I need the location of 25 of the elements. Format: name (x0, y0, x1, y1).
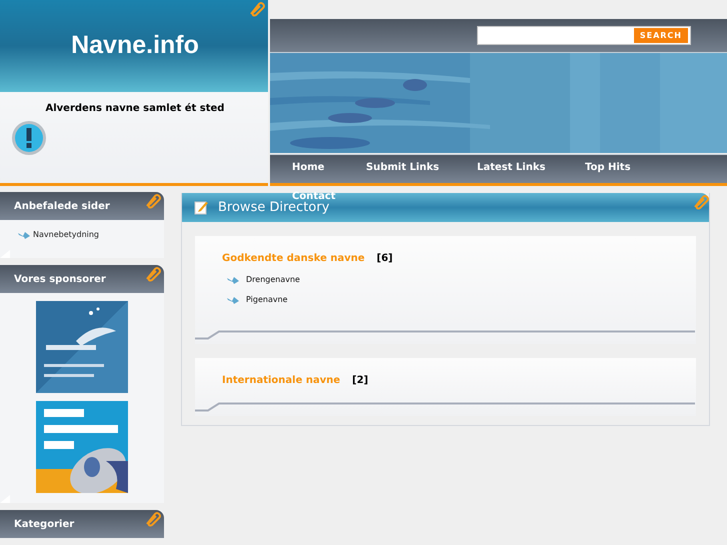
subcategory-link[interactable]: Pigenavne (246, 294, 288, 306)
sidebar-title: Anbefalede sider (14, 200, 110, 214)
arrow-icon (227, 296, 239, 304)
paperclip-icon (144, 511, 162, 527)
paperclip-icon (144, 193, 162, 209)
paperclip-icon (144, 266, 162, 282)
sidebar-link[interactable]: Navnebetydning (33, 229, 100, 241)
paperclip-icon (248, 1, 266, 17)
sidebar-title: Kategorier (14, 518, 74, 532)
tagline: Alverdens navne samlet ét sted (44, 102, 226, 116)
sidebar-title: Vores sponsorer (14, 272, 106, 286)
site-title: Navne.info (71, 30, 199, 62)
subcategory-link[interactable]: Drengenavne (246, 274, 300, 286)
nav-link[interactable]: Top Hits (585, 162, 631, 174)
nav-link[interactable]: Home (292, 162, 324, 174)
nav-link[interactable]: Latest Links (477, 162, 546, 174)
category-count: [2] (352, 374, 368, 388)
paperclip-icon (692, 194, 710, 210)
arrow-icon (18, 230, 30, 240)
category-count: [6] (376, 252, 393, 266)
panel-title: Browse Directory (218, 201, 330, 215)
arrow-icon (227, 276, 239, 284)
info-icon (11, 120, 47, 156)
notepad-icon (194, 200, 208, 215)
nav-link[interactable]: Submit Links (366, 162, 440, 174)
